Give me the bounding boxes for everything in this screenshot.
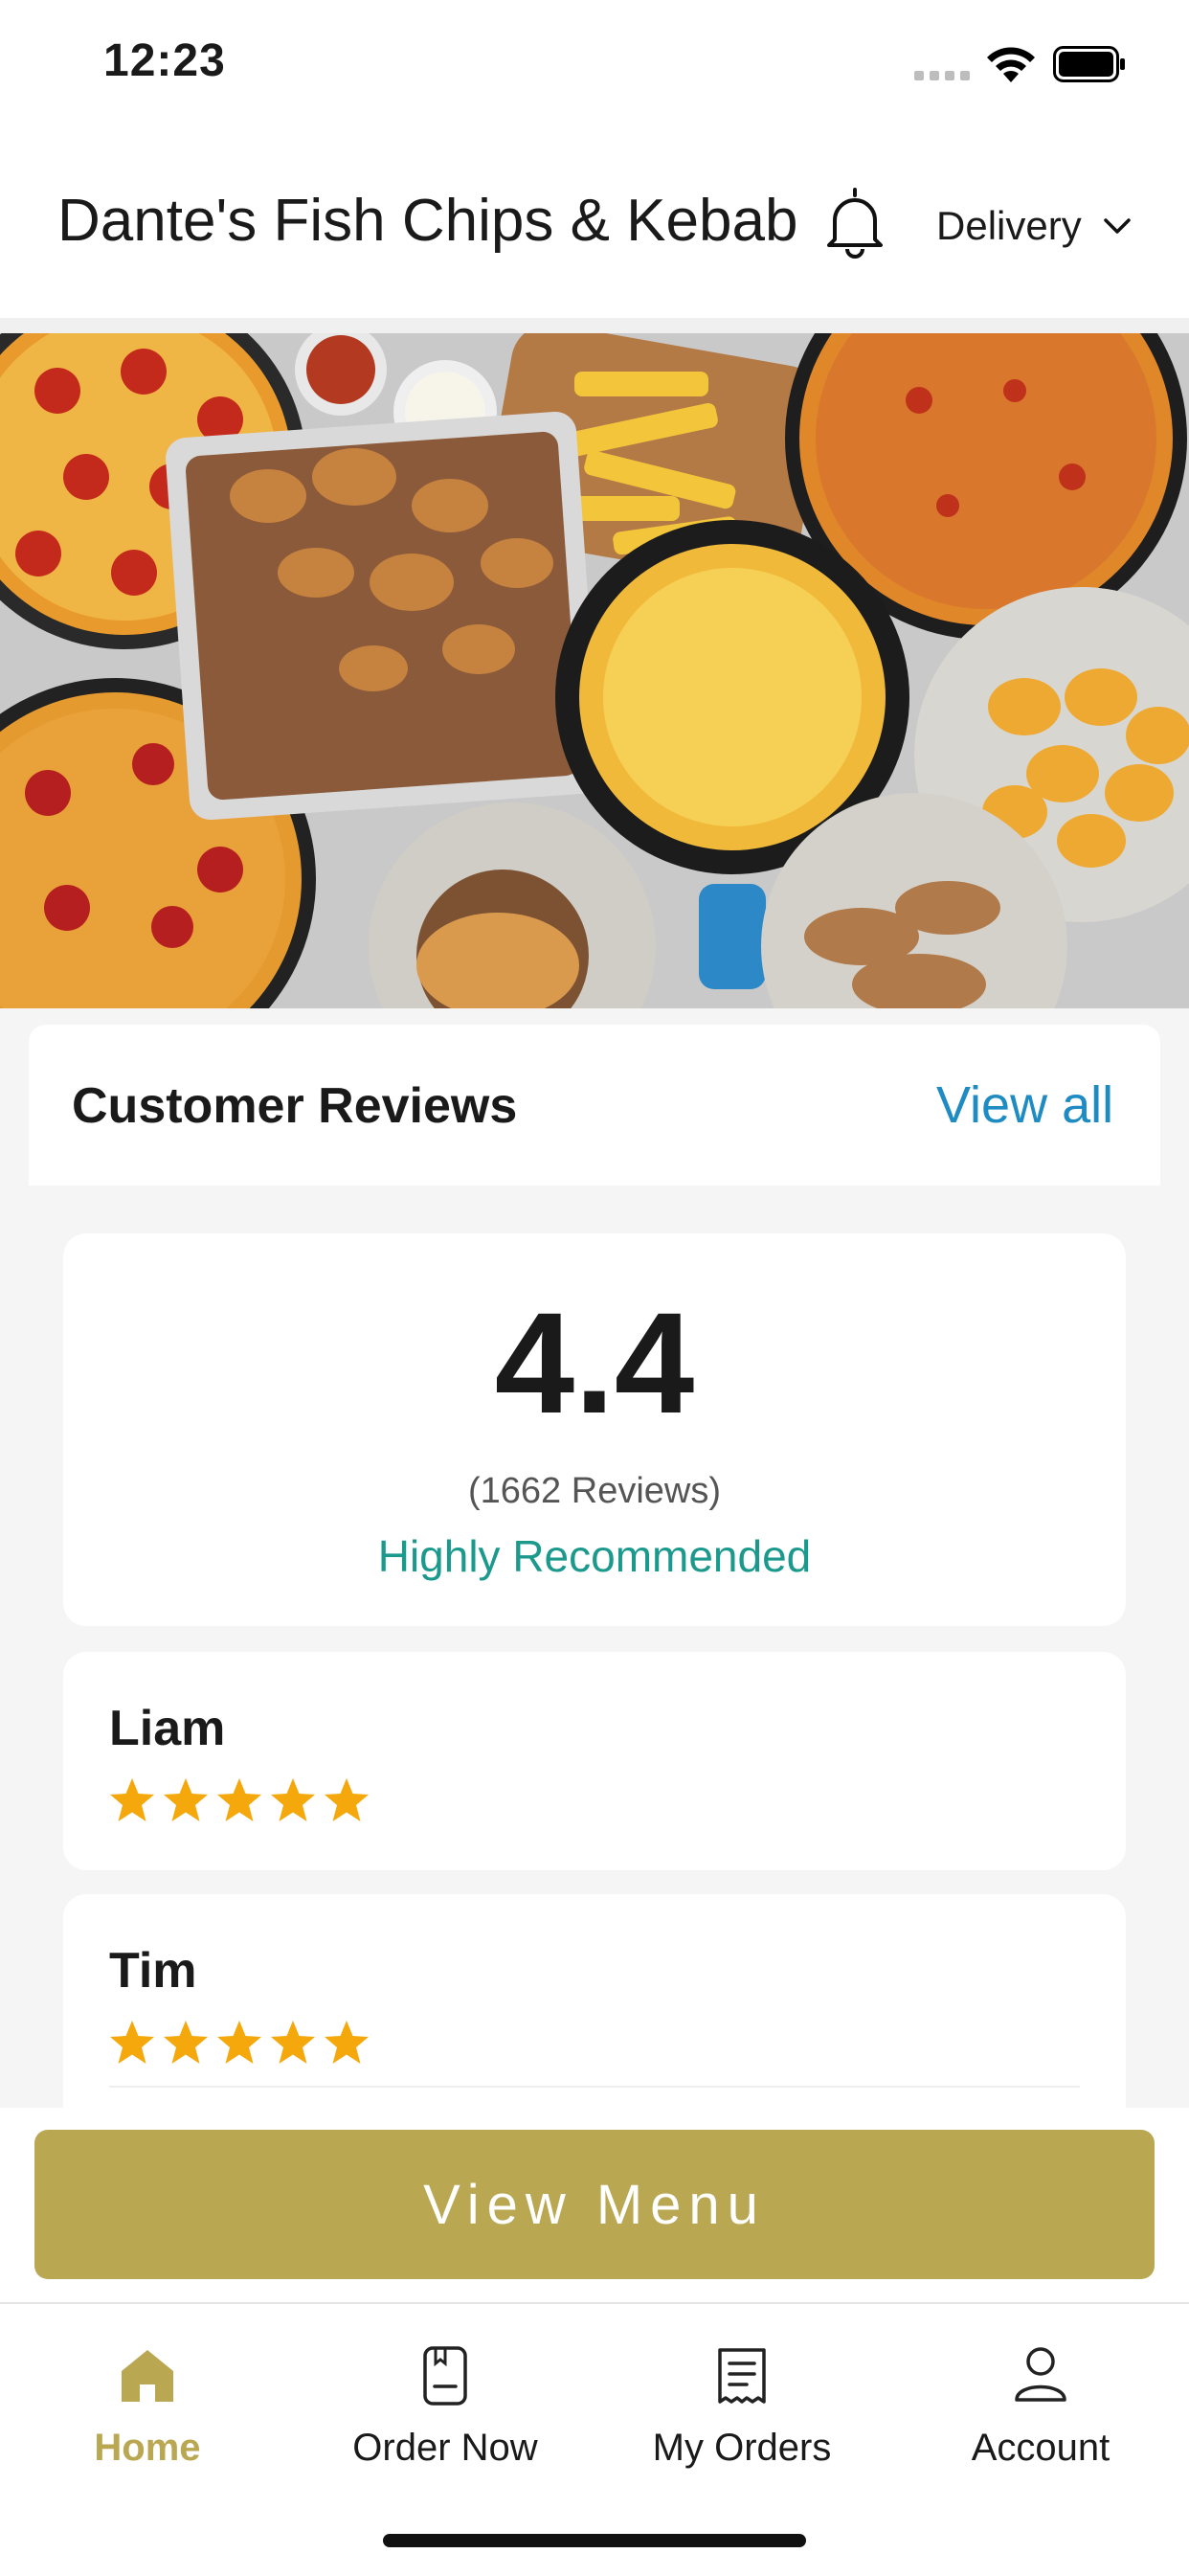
header-divider (0, 318, 1189, 333)
star-icon (271, 2021, 315, 2064)
star-icon (164, 1778, 208, 1821)
status-time: 12:23 (103, 35, 226, 86)
store-title: Dante's Fish Chips & Kebab (57, 188, 798, 254)
battery-icon (1053, 46, 1125, 82)
rating-summary-card: 4.4 (1662 Reviews) Highly Recommended (63, 1233, 1126, 1626)
order-mode-selector[interactable]: Delivery (936, 192, 1132, 260)
reviews-header: Customer Reviews View all (29, 1025, 1160, 1186)
bell-icon[interactable] (821, 184, 888, 260)
tab-account[interactable]: Account (926, 2342, 1155, 2470)
home-indicator (383, 2534, 806, 2547)
star-rating (107, 1776, 371, 1824)
star-icon (325, 2021, 369, 2064)
review-card[interactable]: Tim (63, 1894, 1126, 2108)
customer-reviews-section: Customer Reviews View all 4.4 (1662 Revi… (29, 1025, 1160, 2108)
review-divider (109, 2086, 1080, 2088)
order-mode-label: Delivery (936, 203, 1082, 248)
review-count: (1662 Reviews) (468, 1471, 721, 1511)
star-icon (325, 1778, 369, 1821)
view-all-link[interactable]: View all (936, 1075, 1113, 1135)
tab-my-orders[interactable]: My Orders (627, 2342, 857, 2470)
reviewer-name: Liam (109, 1701, 226, 1756)
review-card[interactable]: Liam (63, 1652, 1126, 1870)
cellular-signal-icon (914, 71, 970, 80)
star-rating (107, 2019, 371, 2067)
wifi-icon (987, 47, 1035, 82)
reviews-title: Customer Reviews (72, 1078, 518, 1134)
star-icon (110, 2021, 154, 2064)
tab-label: Home (94, 2427, 201, 2469)
tab-label: Order Now (352, 2427, 538, 2469)
average-rating: 4.4 (494, 1282, 695, 1443)
tab-home[interactable]: Home (33, 2342, 262, 2470)
receipt-icon (718, 2348, 766, 2404)
user-icon (1015, 2347, 1066, 2402)
star-icon (164, 2021, 208, 2064)
star-icon (271, 1778, 315, 1821)
recommendation-label: Highly Recommended (377, 1531, 812, 1581)
tab-label: My Orders (652, 2427, 832, 2469)
tab-order-now[interactable]: Order Now (330, 2342, 560, 2470)
hero-food-image (0, 333, 1189, 1008)
star-icon (217, 2021, 261, 2064)
star-icon (217, 1778, 261, 1821)
home-icon (122, 2350, 173, 2402)
tab-label: Account (971, 2427, 1110, 2469)
chevron-down-icon (1103, 218, 1131, 234)
view-menu-button[interactable]: View Menu (34, 2130, 1155, 2279)
reviewer-name: Tim (109, 1943, 197, 1999)
order-icon (423, 2346, 467, 2406)
star-icon (110, 1778, 154, 1821)
